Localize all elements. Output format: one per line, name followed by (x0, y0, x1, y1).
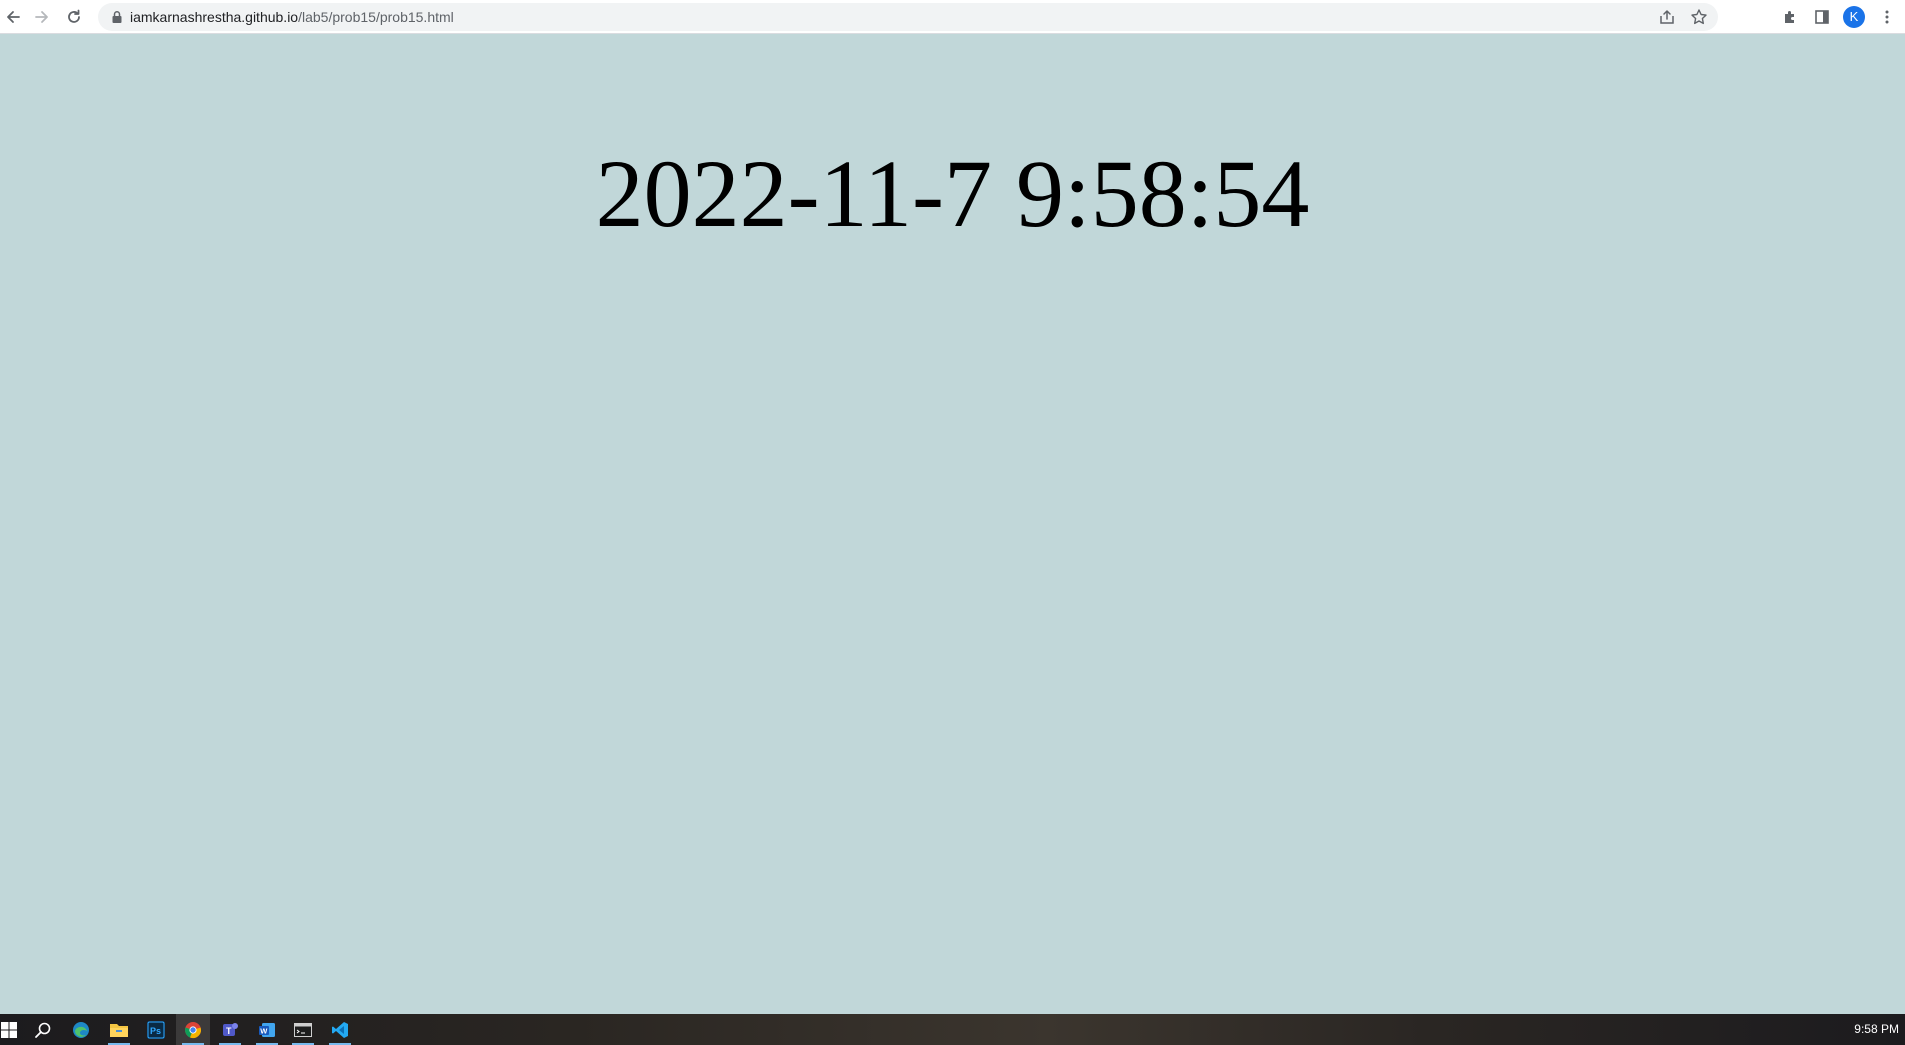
taskbar-photoshop[interactable]: Ps (139, 1014, 173, 1045)
taskbar-vscode[interactable] (323, 1014, 357, 1045)
url-text[interactable]: iamkarnashrestha.github.io/lab5/prob15/p… (130, 3, 454, 31)
taskbar-clock[interactable]: 9:58 PM (1854, 1014, 1899, 1045)
taskbar-word[interactable]: W (250, 1014, 284, 1045)
word-icon: W (259, 1022, 275, 1037)
teams-icon: T (223, 1022, 238, 1036)
puzzle-icon (1785, 11, 1794, 23)
browser-toolbar: iamkarnashrestha.github.io/lab5/prob15/p… (0, 0, 1905, 34)
address-bar[interactable]: iamkarnashrestha.github.io/lab5/prob15/p… (98, 3, 1718, 31)
taskbar: Ps T W 9:58 PM (0, 1014, 1905, 1045)
vscode-icon (332, 1021, 348, 1038)
date-time-display: 2022-11-7 9:58:54 (595, 140, 1310, 247)
extensions-button[interactable] (1777, 4, 1803, 30)
url-host: iamkarnashrestha.github.io (130, 9, 299, 25)
side-panel-button[interactable] (1809, 4, 1835, 30)
star-icon[interactable] (1690, 8, 1708, 26)
reload-icon (68, 9, 80, 23)
url-path: /lab5/prob15/prob15.html (298, 9, 454, 25)
browser-menu-button[interactable] (1874, 4, 1900, 30)
forward-button[interactable] (29, 4, 55, 30)
profile-avatar[interactable]: K (1843, 6, 1865, 28)
search-icon (35, 1022, 51, 1038)
lock-icon[interactable] (110, 10, 124, 24)
share-icon[interactable] (1658, 8, 1676, 26)
kebab-menu-icon (1885, 10, 1889, 24)
back-button[interactable] (0, 4, 26, 30)
windows-logo-icon (1, 1021, 17, 1038)
taskbar-teams[interactable]: T (213, 1014, 247, 1045)
taskbar-terminal[interactable] (286, 1014, 320, 1045)
photoshop-icon: Ps (147, 1020, 165, 1039)
svg-text:T: T (226, 1026, 232, 1036)
arrow-left-icon (7, 11, 20, 23)
reload-button[interactable] (61, 4, 87, 30)
taskbar-edge[interactable] (64, 1014, 98, 1045)
taskbar-chrome[interactable] (176, 1014, 210, 1045)
page-body: 2022-11-7 9:58:54 (0, 34, 1905, 1014)
start-button[interactable] (0, 1014, 26, 1045)
svg-text:W: W (260, 1026, 268, 1035)
side-panel-icon (1815, 10, 1829, 24)
taskbar-search-button[interactable] (26, 1014, 60, 1045)
chrome-icon (185, 1021, 201, 1038)
terminal-icon (294, 1022, 312, 1037)
taskbar-file-explorer[interactable] (102, 1014, 136, 1045)
folder-icon (110, 1023, 128, 1037)
edge-icon (73, 1021, 89, 1038)
svg-text:Ps: Ps (150, 1026, 161, 1036)
arrow-right-icon (35, 11, 48, 23)
